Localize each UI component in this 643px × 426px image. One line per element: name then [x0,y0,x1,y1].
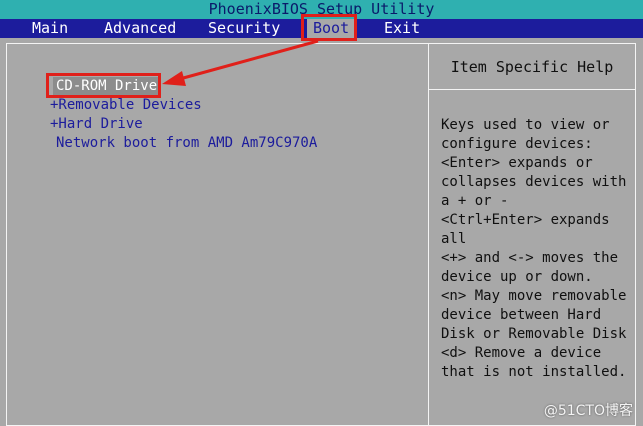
app-title: PhoenixBIOS Setup Utility [208,0,435,18]
help-line: device up or down. [441,269,593,285]
title-bar: PhoenixBIOS Setup Utility [0,0,643,19]
boot-item-removable-devices[interactable]: +Removable Devices [50,96,202,115]
help-line: <+> and <-> moves the [441,250,619,266]
main-panel: CD-ROM Drive +Removable Devices +Hard Dr… [6,43,636,426]
help-line: <Ctrl+Enter> expands [441,212,610,228]
watermark: @51CTO博客 [543,403,633,419]
menu-bar: Main Advanced Security Boot Exit [0,19,643,38]
help-pane: Item Specific Help Keys used to view or c… [429,44,635,425]
help-line: <d> Remove a device [441,345,602,361]
tab-advanced[interactable]: Advanced [104,19,176,38]
tab-exit[interactable]: Exit [384,19,420,38]
tab-boot[interactable]: Boot [307,19,356,38]
help-line: Disk or Removable Disk [441,326,627,342]
help-line: device between Hard [441,307,602,323]
tab-security[interactable]: Security [208,19,280,38]
help-line: a + or - [441,193,509,209]
help-line: <Enter> expands or [441,155,593,171]
help-line: that is not installed. [441,364,627,380]
help-divider [429,89,635,90]
help-line: collapses devices with [441,174,627,190]
bios-screen: PhoenixBIOS Setup Utility Main Advanced … [0,0,643,426]
help-text: Keys used to view or configure devices: <E… [441,116,626,382]
boot-item-hard-drive[interactable]: +Hard Drive [50,115,143,134]
boot-item-cd-rom-drive[interactable]: CD-ROM Drive [53,77,161,96]
boot-item-network-boot[interactable]: Network boot from AMD Am79C970A [56,134,317,153]
help-line: Keys used to view or [441,117,610,133]
help-line: configure devices: [441,136,593,152]
tab-main[interactable]: Main [32,19,68,38]
help-line: all [441,231,467,247]
help-title: Item Specific Help [450,58,614,76]
help-line: <n> May move removable [441,288,627,304]
boot-order-pane: CD-ROM Drive +Removable Devices +Hard Dr… [7,44,428,425]
